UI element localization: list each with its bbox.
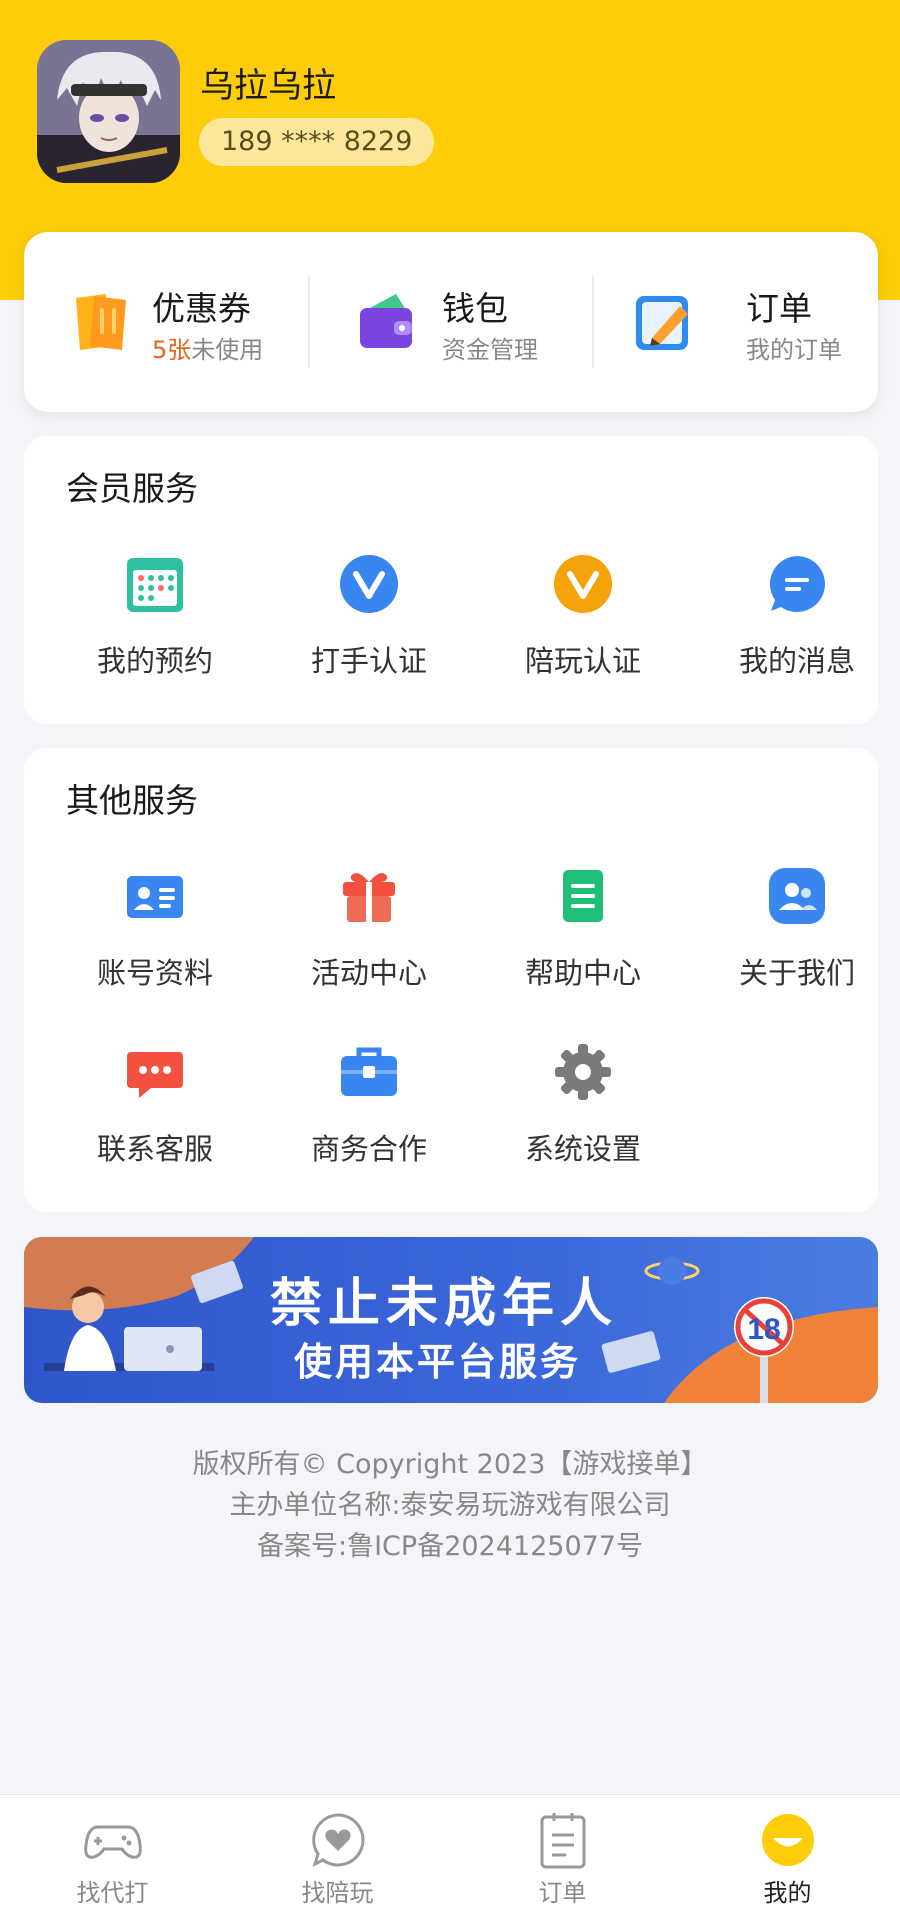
service-booster-verification[interactable]: 打手认证 <box>262 554 476 680</box>
clipboard-icon <box>534 1811 592 1869</box>
id-card-icon <box>125 866 185 926</box>
service-business-cooperation[interactable]: 商务合作 <box>262 1042 476 1168</box>
service-label: 打手认证 <box>310 644 427 678</box>
quick-actions-card: 优惠券 5张未使用 钱包 资金管理 订单 我的订单 <box>24 232 878 412</box>
service-label: 我的预约 <box>96 644 213 678</box>
service-label: 商务合作 <box>310 1132 427 1166</box>
tab-orders[interactable]: 订单 <box>450 1795 675 1920</box>
service-label: 联系客服 <box>96 1132 213 1166</box>
service-label: 帮助中心 <box>524 956 641 990</box>
wallet-entry[interactable]: 钱包 资金管理 <box>310 232 592 412</box>
message-icon <box>767 554 827 614</box>
verified-v-icon <box>339 554 399 614</box>
wallet-icon <box>352 288 420 356</box>
coupon-count: 5张 <box>152 336 192 364</box>
phone-number-badge: 189 **** 8229 <box>199 118 435 166</box>
coupon-subtitle: 5张未使用 <box>152 330 263 365</box>
calendar-icon <box>125 554 185 614</box>
coupon-entry[interactable]: 优惠券 5张未使用 <box>24 232 308 412</box>
banner-subheadline: 使用本平台服务 <box>294 1340 582 1384</box>
company-text: 主办单位名称:泰安易玩游戏有限公司 <box>229 1490 671 1521</box>
order-subtitle: 我的订单 <box>746 336 842 364</box>
wallet-title: 钱包 <box>442 289 508 328</box>
order-title: 订单 <box>746 289 812 328</box>
age-18-badge: 18 <box>747 1313 780 1346</box>
gift-icon <box>339 866 399 926</box>
tab-mine[interactable]: 我的 <box>675 1795 900 1920</box>
document-icon <box>553 866 613 926</box>
order-edit-icon <box>630 288 698 356</box>
service-label: 账号资料 <box>96 956 213 990</box>
tab-label: 找代打 <box>76 1879 149 1907</box>
service-label: 系统设置 <box>524 1132 641 1166</box>
service-companion-verification[interactable]: 陪玩认证 <box>476 554 690 680</box>
bottom-tab-bar: 找代打 找陪玩 订单 我的 <box>0 1794 900 1920</box>
service-account-profile[interactable]: 账号资料 <box>48 866 262 992</box>
gamepad-icon <box>83 1811 142 1869</box>
people-icon <box>767 866 827 926</box>
avatar[interactable] <box>37 40 180 183</box>
username: 乌拉乌拉 <box>200 66 336 106</box>
coupon-status: 未使用 <box>191 336 264 364</box>
chat-icon <box>125 1042 185 1102</box>
service-my-messages[interactable]: 我的消息 <box>690 554 900 680</box>
smiley-icon <box>759 1811 817 1869</box>
verified-v-icon <box>553 554 613 614</box>
wallet-subtitle: 资金管理 <box>442 336 538 364</box>
banner-headline: 禁止未成年人 <box>270 1274 619 1334</box>
tab-label: 找陪玩 <box>301 1879 374 1907</box>
service-customer-support[interactable]: 联系客服 <box>48 1042 262 1168</box>
section-title: 其他服务 <box>66 781 198 820</box>
briefcase-icon <box>339 1042 399 1102</box>
other-services-card: 其他服务 账号资料 活动中心 帮助中心 关于我们 联系客服 商务合作 系统设置 <box>24 748 878 1212</box>
service-label: 活动中心 <box>310 956 427 990</box>
service-activity-center[interactable]: 活动中心 <box>262 866 476 992</box>
tab-label: 我的 <box>763 1879 812 1907</box>
service-label: 我的消息 <box>738 644 855 678</box>
service-system-settings[interactable]: 系统设置 <box>476 1042 690 1168</box>
member-services-card: 会员服务 我的预约 打手认证 陪玩认证 我的消息 <box>24 436 878 724</box>
icp-record-text: 备案号:鲁ICP备2024125077号 <box>257 1531 643 1562</box>
tab-label: 订单 <box>538 1879 587 1907</box>
tab-find-booster[interactable]: 找代打 <box>0 1795 225 1920</box>
coupon-icon <box>66 288 134 356</box>
service-about-us[interactable]: 关于我们 <box>690 866 900 992</box>
heart-chat-icon <box>309 1811 367 1869</box>
service-my-appointment[interactable]: 我的预约 <box>48 554 262 680</box>
my-page: 乌拉乌拉 189 **** 8229 优惠券 5张未使用 钱包 资金管理 订单 … <box>0 0 900 1920</box>
service-help-center[interactable]: 帮助中心 <box>476 866 690 992</box>
copyright-text: 版权所有© Copyright 2023【游戏接单】 <box>192 1449 708 1480</box>
section-title: 会员服务 <box>66 469 198 508</box>
gear-icon <box>553 1042 613 1102</box>
service-label: 陪玩认证 <box>524 644 641 678</box>
tab-find-companion[interactable]: 找陪玩 <box>225 1795 450 1920</box>
order-entry[interactable]: 订单 我的订单 <box>594 232 878 412</box>
coupon-title: 优惠券 <box>152 289 251 328</box>
minor-restriction-banner[interactable]: 18 禁止未成年人 使用本平台服务 <box>24 1237 878 1403</box>
service-label: 关于我们 <box>738 956 855 990</box>
